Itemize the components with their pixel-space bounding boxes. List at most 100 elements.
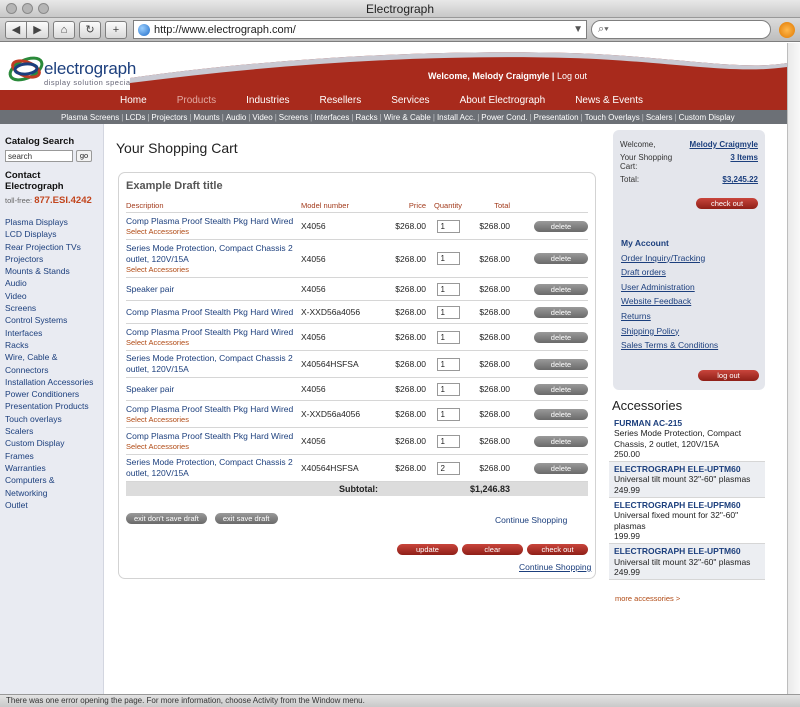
address-bar[interactable]: http://www.electrograph.com/ ▼ bbox=[133, 20, 587, 39]
delete-button[interactable]: delete bbox=[534, 306, 588, 318]
main-nav-item[interactable]: Home bbox=[120, 95, 147, 106]
sub-nav-item[interactable]: LCDs bbox=[125, 113, 145, 122]
sidebar-category-item[interactable]: Presentation Products bbox=[5, 400, 98, 412]
sidebar-category-item[interactable]: Mounts & Stands bbox=[5, 265, 98, 277]
account-link[interactable]: Draft orders bbox=[621, 265, 718, 280]
account-link[interactable]: Website Feedback bbox=[621, 294, 718, 309]
account-link[interactable]: Returns bbox=[621, 309, 718, 324]
minimize-window-icon[interactable] bbox=[22, 3, 33, 14]
sidebar-category-item[interactable]: Frames bbox=[5, 450, 98, 462]
sidebar-category-item[interactable]: Outlet bbox=[5, 499, 98, 511]
sidebar-category-item[interactable]: Screens bbox=[5, 302, 98, 314]
delete-button[interactable]: delete bbox=[534, 383, 588, 395]
select-accessories-link[interactable]: Select Accessories bbox=[126, 442, 297, 452]
cart-item-link[interactable]: Comp Plasma Proof Stealth Pkg Hard Wired bbox=[126, 404, 297, 415]
sidebar-category-item[interactable]: Interfaces bbox=[5, 327, 98, 339]
quantity-input[interactable]: 1 bbox=[436, 357, 460, 371]
dropdown-arrow-icon[interactable]: ▼ bbox=[573, 24, 583, 35]
sidebar-category-item[interactable]: Wire, Cable & Connectors bbox=[5, 351, 98, 376]
delete-button[interactable]: delete bbox=[534, 408, 588, 420]
quantity-input[interactable]: 1 bbox=[436, 282, 460, 296]
catalog-search-go-button[interactable]: go bbox=[76, 150, 92, 162]
main-nav-item[interactable]: Products bbox=[177, 95, 216, 106]
sub-nav-item[interactable]: Video bbox=[252, 113, 272, 122]
cart-item-link[interactable]: Comp Plasma Proof Stealth Pkg Hard Wired bbox=[126, 327, 297, 338]
sub-nav-item[interactable]: Mounts bbox=[194, 113, 220, 122]
home-button[interactable]: ⌂ bbox=[53, 20, 75, 39]
sidebar-category-item[interactable]: Audio bbox=[5, 277, 98, 289]
add-bookmark-button[interactable]: + bbox=[105, 20, 127, 39]
sub-nav-item[interactable]: Interfaces bbox=[314, 113, 349, 122]
exit-dont-save-button[interactable]: exit don't save draft bbox=[126, 513, 207, 524]
close-window-icon[interactable] bbox=[6, 3, 17, 14]
sidebar-category-item[interactable]: Plasma Displays bbox=[5, 216, 98, 228]
sidebar-category-item[interactable]: Racks bbox=[5, 339, 98, 351]
sub-nav-item[interactable]: Custom Display bbox=[679, 113, 735, 122]
cart-item-link[interactable]: Speaker pair bbox=[126, 384, 297, 395]
zoom-window-icon[interactable] bbox=[38, 3, 49, 14]
select-accessories-link[interactable]: Select Accessories bbox=[126, 265, 297, 275]
cart-item-link[interactable]: Series Mode Protection, Compact Chassis … bbox=[126, 353, 297, 375]
quantity-input[interactable]: 1 bbox=[436, 434, 460, 448]
delete-button[interactable]: delete bbox=[534, 462, 588, 474]
sidebar-category-item[interactable]: LCD Displays bbox=[5, 228, 98, 240]
continue-shopping-link-bottom[interactable]: Continue Shopping bbox=[519, 562, 591, 572]
cart-item-link[interactable]: Comp Plasma Proof Stealth Pkg Hard Wired bbox=[126, 431, 297, 442]
main-nav-item[interactable]: News & Events bbox=[575, 95, 643, 106]
select-accessories-link[interactable]: Select Accessories bbox=[126, 227, 297, 237]
electrograph-logo[interactable]: electrograph display solution specialist… bbox=[6, 49, 146, 89]
delete-button[interactable]: delete bbox=[534, 253, 588, 264]
quantity-input[interactable]: 1 bbox=[436, 219, 460, 233]
account-user-link[interactable]: Melody Craigmyle bbox=[690, 140, 758, 149]
main-nav-item[interactable]: About Electrograph bbox=[460, 95, 546, 106]
sidebar-category-item[interactable]: Custom Display bbox=[5, 437, 98, 449]
sub-nav-item[interactable]: Install Acc. bbox=[437, 113, 475, 122]
cart-item-link[interactable]: Series Mode Protection, Compact Chassis … bbox=[126, 243, 297, 265]
account-link[interactable]: User Administration bbox=[621, 280, 718, 295]
account-link[interactable]: Order Inquiry/Tracking bbox=[621, 251, 718, 266]
header-logout-link[interactable]: Log out bbox=[557, 71, 587, 81]
main-nav-item[interactable]: Industries bbox=[246, 95, 289, 106]
clear-button[interactable]: clear bbox=[462, 544, 523, 555]
continue-shopping-link[interactable]: Continue Shopping bbox=[495, 515, 567, 525]
activity-icon[interactable] bbox=[779, 21, 795, 38]
delete-button[interactable]: delete bbox=[534, 435, 588, 447]
sidebar-category-item[interactable]: Video bbox=[5, 290, 98, 302]
sub-nav-item[interactable]: Power Cond. bbox=[481, 113, 527, 122]
sidebar-category-item[interactable]: Power Conditioners bbox=[5, 388, 98, 400]
cart-item-link[interactable]: Series Mode Protection, Compact Chassis … bbox=[126, 457, 297, 479]
back-button[interactable]: ◀ bbox=[5, 20, 27, 39]
sub-nav-item[interactable]: Presentation bbox=[534, 113, 579, 122]
account-checkout-button[interactable]: check out bbox=[696, 198, 758, 209]
sidebar-category-item[interactable]: Projectors bbox=[5, 253, 98, 265]
sub-nav-item[interactable]: Touch Overlays bbox=[585, 113, 640, 122]
accessory-name-link[interactable]: FURMAN AC-215 bbox=[614, 418, 760, 428]
sub-nav-item[interactable]: Plasma Screens bbox=[61, 113, 119, 122]
sidebar-category-item[interactable]: Warranties bbox=[5, 462, 98, 474]
sidebar-category-item[interactable]: Touch overlays bbox=[5, 413, 98, 425]
sub-nav-item[interactable]: Screens bbox=[279, 113, 308, 122]
cart-item-link[interactable]: Speaker pair bbox=[126, 284, 297, 295]
accessory-name-link[interactable]: ELECTROGRAPH ELE-UPTM60 bbox=[614, 546, 760, 556]
delete-button[interactable]: delete bbox=[534, 220, 588, 232]
vertical-scrollbar[interactable] bbox=[787, 43, 800, 694]
forward-button[interactable]: ▶ bbox=[27, 20, 49, 39]
main-nav-item[interactable]: Services bbox=[391, 95, 429, 106]
sub-nav-item[interactable]: Scalers bbox=[646, 113, 673, 122]
account-link[interactable]: Sales Terms & Conditions bbox=[621, 338, 718, 353]
sub-nav-item[interactable]: Audio bbox=[226, 113, 246, 122]
cart-item-link[interactable]: Comp Plasma Proof Stealth Pkg Hard Wired bbox=[126, 307, 297, 318]
account-link[interactable]: Shipping Policy bbox=[621, 324, 718, 339]
main-nav-item[interactable]: Resellers bbox=[320, 95, 362, 106]
sub-nav-item[interactable]: Projectors bbox=[151, 113, 187, 122]
sub-nav-item[interactable]: Racks bbox=[355, 113, 377, 122]
quantity-input[interactable]: 1 bbox=[436, 305, 460, 319]
sidebar-category-item[interactable]: Installation Accessories bbox=[5, 376, 98, 388]
reload-button[interactable]: ↻ bbox=[79, 20, 101, 39]
catalog-search-input[interactable] bbox=[5, 150, 73, 162]
browser-search-field[interactable]: ⌕▾ bbox=[591, 20, 771, 39]
more-accessories-link[interactable]: more accessories > bbox=[615, 594, 680, 603]
cart-item-link[interactable]: Comp Plasma Proof Stealth Pkg Hard Wired bbox=[126, 216, 297, 227]
account-cart-items-link[interactable]: 3 Items bbox=[730, 153, 758, 171]
delete-button[interactable]: delete bbox=[534, 283, 588, 295]
